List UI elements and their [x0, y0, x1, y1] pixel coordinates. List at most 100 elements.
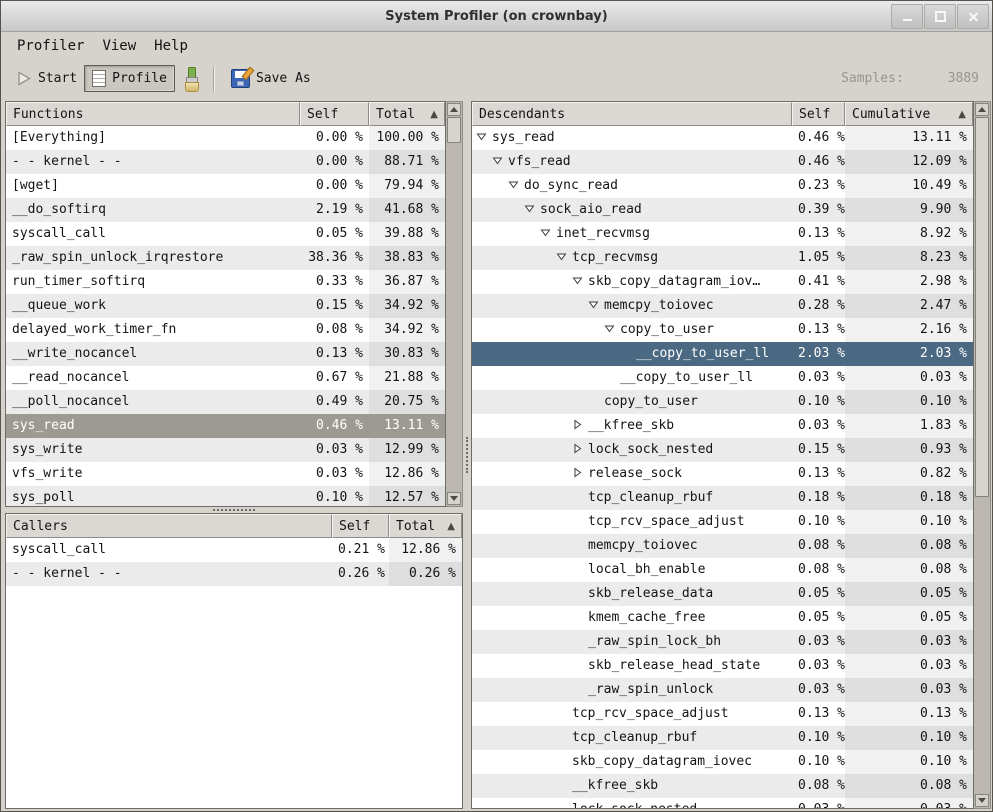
scrollbar-thumb[interactable] — [975, 117, 989, 497]
expander-open-icon[interactable] — [556, 246, 572, 270]
self-percent-cell: 0.26 % — [332, 562, 389, 586]
table-row[interactable]: - - kernel - -0.26 %0.26 % — [6, 562, 462, 586]
table-row[interactable]: copy_to_user0.10 %0.10 % — [472, 390, 973, 414]
minimize-button[interactable] — [891, 4, 923, 29]
scrollbar-thumb[interactable] — [447, 117, 461, 143]
table-row[interactable]: local_bh_enable0.08 %0.08 % — [472, 558, 973, 582]
expander-collapsed-icon[interactable] — [572, 414, 588, 438]
scroll-down-button[interactable] — [447, 492, 461, 505]
expander-open-icon[interactable] — [492, 150, 508, 174]
callers-header-self[interactable]: Self — [332, 514, 389, 538]
title-bar[interactable]: System Profiler (on crownbay) — [1, 1, 992, 32]
table-row[interactable]: [Everything]0.00 %100.00 % — [6, 126, 445, 150]
menu-help[interactable]: Help — [150, 35, 192, 57]
expander-open-icon[interactable] — [540, 222, 556, 246]
table-row[interactable]: __kfree_skb0.03 %1.83 % — [472, 414, 973, 438]
table-row[interactable]: tcp_cleanup_rbuf0.18 %0.18 % — [472, 486, 973, 510]
table-row[interactable]: skb_release_head_state0.03 %0.03 % — [472, 654, 973, 678]
table-row[interactable]: lock_sock_nested0.15 %0.93 % — [472, 438, 973, 462]
functions-scrollbar[interactable] — [446, 101, 463, 507]
table-row[interactable]: _raw_spin_lock_bh0.03 %0.03 % — [472, 630, 973, 654]
descendants-header-cumulative[interactable]: Cumulative▲ — [845, 102, 973, 126]
table-row[interactable]: sys_poll0.10 %12.57 % — [6, 486, 445, 506]
table-row[interactable]: [wget]0.00 %79.94 % — [6, 174, 445, 198]
reset-button[interactable] — [175, 63, 207, 95]
tree-node-label: lock_sock_nested — [588, 438, 713, 462]
maximize-icon — [935, 11, 946, 22]
maximize-button[interactable] — [924, 4, 956, 29]
table-row[interactable]: release_sock0.13 %0.82 % — [472, 462, 973, 486]
table-row[interactable]: lock_sock_nested0.03 %0.03 % — [472, 798, 973, 808]
table-row[interactable]: tcp_cleanup_rbuf0.10 %0.10 % — [472, 726, 973, 750]
table-row[interactable]: memcpy_toiovec0.08 %0.08 % — [472, 534, 973, 558]
table-row[interactable]: __read_nocancel0.67 %21.88 % — [6, 366, 445, 390]
menu-view[interactable]: View — [98, 35, 140, 57]
function-name-cell: skb_release_head_state — [472, 654, 792, 678]
table-row[interactable]: delayed_work_timer_fn0.08 %34.92 % — [6, 318, 445, 342]
table-row[interactable]: vfs_read0.46 %12.09 % — [472, 150, 973, 174]
table-row[interactable]: copy_to_user0.13 %2.16 % — [472, 318, 973, 342]
table-row[interactable]: __write_nocancel0.13 %30.83 % — [6, 342, 445, 366]
descendants-header-name[interactable]: Descendants — [472, 102, 792, 126]
table-row[interactable]: sys_write0.03 %12.99 % — [6, 438, 445, 462]
table-row[interactable]: __queue_work0.15 %34.92 % — [6, 294, 445, 318]
table-row[interactable]: syscall_call0.05 %39.88 % — [6, 222, 445, 246]
save-as-button[interactable]: Save As — [224, 65, 318, 92]
expander-collapsed-icon[interactable] — [572, 438, 588, 462]
table-row[interactable]: sys_read0.46 %13.11 % — [472, 126, 973, 150]
table-row[interactable]: skb_release_data0.05 %0.05 % — [472, 582, 973, 606]
total-percent-cell: 38.83 % — [369, 246, 445, 270]
callers-header-name[interactable]: Callers — [6, 514, 332, 538]
table-row[interactable]: __copy_to_user_ll2.03 %2.03 % — [472, 342, 973, 366]
close-button[interactable] — [957, 4, 989, 29]
expander-collapsed-icon[interactable] — [572, 462, 588, 486]
tree-node-label: do_sync_read — [524, 174, 618, 198]
expander-open-icon[interactable] — [572, 270, 588, 294]
callers-header-total[interactable]: Total▲ — [389, 514, 462, 538]
vertical-splitter[interactable] — [463, 101, 471, 809]
table-row[interactable]: tcp_recvmsg1.05 %8.23 % — [472, 246, 973, 270]
start-button[interactable]: Start — [9, 66, 84, 91]
function-name-cell: lock_sock_nested — [472, 798, 792, 808]
menu-profiler[interactable]: Profiler — [13, 35, 88, 57]
table-row[interactable]: skb_copy_datagram_iovec0.10 %0.10 % — [472, 750, 973, 774]
table-row[interactable]: _raw_spin_unlock_irqrestore38.36 %38.83 … — [6, 246, 445, 270]
expander-open-icon[interactable] — [524, 198, 540, 222]
descendants-scrollbar[interactable] — [974, 101, 991, 809]
expander-open-icon[interactable] — [476, 126, 492, 150]
profile-toggle-button[interactable]: Profile — [84, 65, 175, 92]
expander-open-icon[interactable] — [588, 294, 604, 318]
horizontal-splitter[interactable] — [5, 506, 463, 513]
table-row[interactable]: kmem_cache_free0.05 %0.05 % — [472, 606, 973, 630]
functions-header-name[interactable]: Functions — [6, 102, 300, 126]
table-row[interactable]: sock_aio_read0.39 %9.90 % — [472, 198, 973, 222]
table-row[interactable]: run_timer_softirq0.33 %36.87 % — [6, 270, 445, 294]
scroll-up-button[interactable] — [975, 103, 989, 116]
total-percent-cell: 34.92 % — [369, 318, 445, 342]
table-row[interactable]: __do_softirq2.19 %41.68 % — [6, 198, 445, 222]
functions-header-total[interactable]: Total▲ — [369, 102, 445, 126]
descendants-header-self[interactable]: Self — [792, 102, 845, 126]
scroll-up-button[interactable] — [447, 103, 461, 116]
table-row[interactable]: _raw_spin_unlock0.03 %0.03 % — [472, 678, 973, 702]
table-row[interactable]: vfs_write0.03 %12.86 % — [6, 462, 445, 486]
table-row[interactable]: skb_copy_datagram_iov…0.41 %2.98 % — [472, 270, 973, 294]
table-row[interactable]: __copy_to_user_ll0.03 %0.03 % — [472, 366, 973, 390]
table-row[interactable]: memcpy_toiovec0.28 %2.47 % — [472, 294, 973, 318]
functions-header-self[interactable]: Self — [300, 102, 369, 126]
table-row[interactable]: do_sync_read0.23 %10.49 % — [472, 174, 973, 198]
table-row[interactable]: __kfree_skb0.08 %0.08 % — [472, 774, 973, 798]
table-row[interactable]: - - kernel - -0.00 %88.71 % — [6, 150, 445, 174]
expander-open-icon[interactable] — [604, 318, 620, 342]
table-row[interactable]: inet_recvmsg0.13 %8.92 % — [472, 222, 973, 246]
table-row[interactable]: tcp_rcv_space_adjust0.10 %0.10 % — [472, 510, 973, 534]
tree-node-label: sock_aio_read — [540, 198, 642, 222]
table-row[interactable]: __poll_nocancel0.49 %20.75 % — [6, 390, 445, 414]
scroll-down-button[interactable] — [975, 794, 989, 807]
table-row[interactable]: tcp_rcv_space_adjust0.13 %0.13 % — [472, 702, 973, 726]
expander-open-icon[interactable] — [508, 174, 524, 198]
table-row[interactable]: sys_read0.46 %13.11 % — [6, 414, 445, 438]
cumulative-percent-cell: 0.10 % — [845, 726, 973, 750]
window-title: System Profiler (on crownbay) — [1, 9, 992, 24]
table-row[interactable]: syscall_call0.21 %12.86 % — [6, 538, 462, 562]
